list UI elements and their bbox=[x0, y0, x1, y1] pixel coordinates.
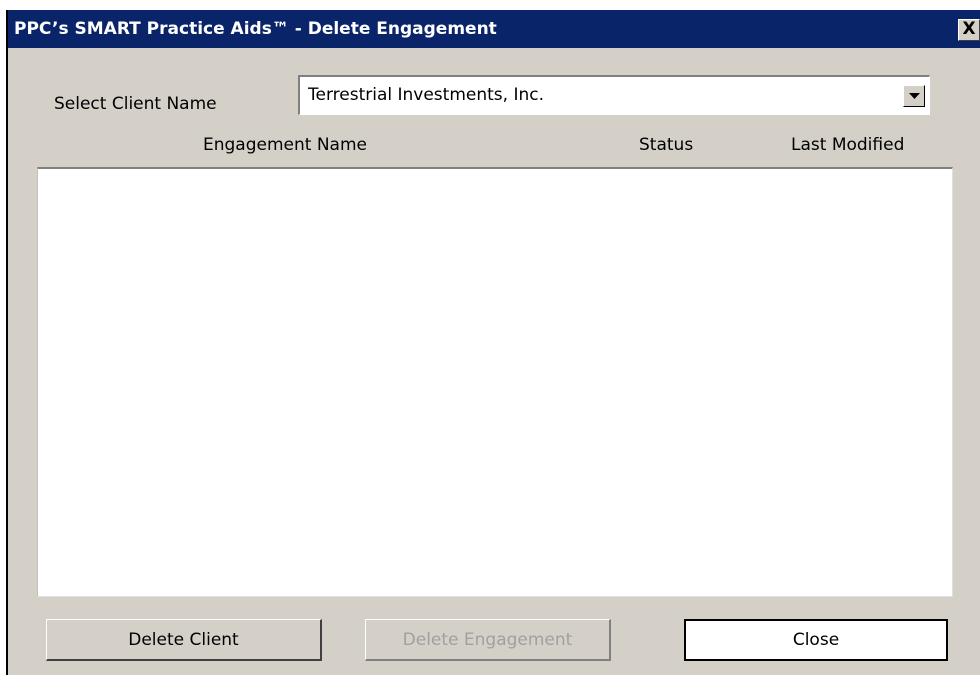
column-header-engagement-name[interactable]: Engagement Name bbox=[203, 135, 367, 155]
select-client-label: Select Client Name bbox=[54, 94, 217, 114]
client-name-dropdown[interactable]: Terrestrial Investments, Inc. bbox=[298, 75, 930, 115]
chevron-down-icon[interactable] bbox=[903, 85, 925, 107]
client-name-value: Terrestrial Investments, Inc. bbox=[308, 85, 544, 105]
delete-client-button[interactable]: Delete Client bbox=[46, 619, 322, 661]
close-icon[interactable]: X bbox=[958, 19, 980, 41]
delete-engagement-button: Delete Engagement bbox=[365, 619, 611, 661]
window-title: PPC’s SMART Practice Aids™ - Delete Enga… bbox=[14, 19, 497, 39]
column-header-status[interactable]: Status bbox=[639, 135, 693, 155]
delete-engagement-dialog: PPC’s SMART Practice Aids™ - Delete Enga… bbox=[6, 10, 980, 675]
title-bar[interactable]: PPC’s SMART Practice Aids™ - Delete Enga… bbox=[8, 10, 980, 48]
engagement-list[interactable] bbox=[37, 167, 953, 597]
column-header-last-modified[interactable]: Last Modified bbox=[791, 135, 904, 155]
close-button[interactable]: Close bbox=[684, 619, 948, 661]
